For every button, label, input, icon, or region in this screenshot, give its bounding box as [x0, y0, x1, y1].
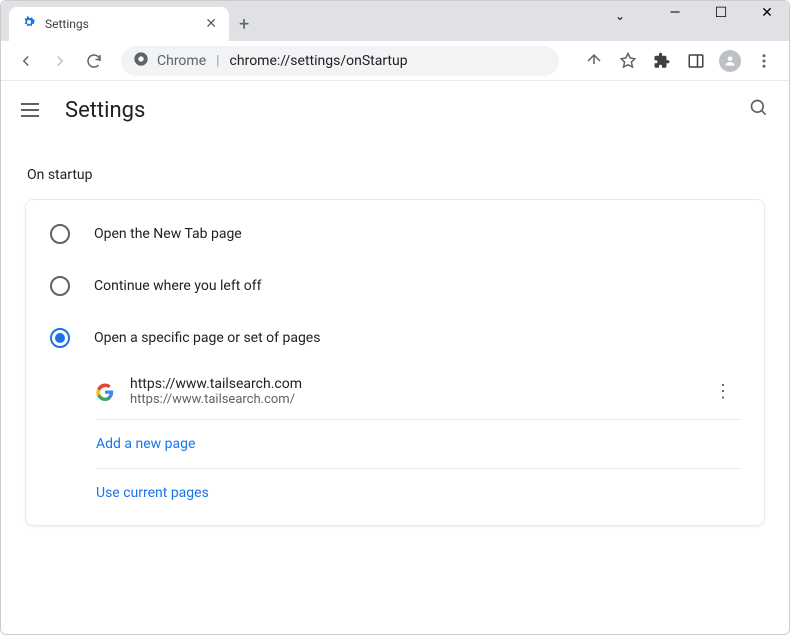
startup-card: Open the New Tab page Continue where you… [25, 199, 765, 526]
tab-list-chevron-icon[interactable]: ⌄ [615, 9, 625, 23]
use-current-pages-link[interactable]: Use current pages [96, 469, 740, 517]
browser-toolbar: Chrome | chrome://settings/onStartup [1, 41, 789, 81]
page-entry-url: https://www.tailsearch.com/ [130, 392, 690, 407]
radio-icon [50, 276, 70, 296]
startup-pages-list: https://www.tailsearch.com https://www.t… [96, 364, 740, 517]
back-button[interactable] [11, 46, 41, 76]
reload-button[interactable] [79, 46, 109, 76]
radio-label: Open the New Tab page [94, 226, 242, 242]
radio-icon-selected [50, 328, 70, 348]
radio-label: Open a specific page or set of pages [94, 330, 320, 346]
search-settings-icon[interactable] [749, 98, 769, 122]
browser-tab[interactable]: Settings ✕ [9, 7, 229, 41]
radio-option-specific-pages[interactable]: Open a specific page or set of pages [26, 312, 764, 364]
close-tab-icon[interactable]: ✕ [205, 16, 217, 32]
settings-gear-icon [21, 14, 37, 34]
maximize-icon[interactable]: ☐ [707, 5, 735, 21]
forward-button[interactable] [45, 46, 75, 76]
new-tab-button[interactable]: + [239, 14, 249, 35]
extensions-puzzle-icon[interactable] [647, 46, 677, 76]
url-path: chrome://settings/onStartup [230, 53, 408, 69]
kebab-menu-icon[interactable] [749, 46, 779, 76]
settings-header: Settings [1, 81, 789, 139]
chrome-logo-icon [133, 51, 149, 71]
radio-label: Continue where you left off [94, 278, 262, 294]
startup-page-entry: https://www.tailsearch.com https://www.t… [96, 364, 740, 420]
page-info: https://www.tailsearch.com https://www.t… [130, 376, 690, 407]
page-title: Settings [65, 98, 145, 123]
bookmark-star-icon[interactable] [613, 46, 643, 76]
side-panel-icon[interactable] [681, 46, 711, 76]
hamburger-menu-icon[interactable] [21, 98, 45, 122]
radio-option-new-tab[interactable]: Open the New Tab page [26, 208, 764, 260]
profile-avatar-icon[interactable] [715, 46, 745, 76]
minimize-icon[interactable]: — [661, 5, 689, 21]
window-titlebar: Settings ✕ + ⌄ — ☐ ✕ [1, 1, 789, 41]
window-controls: — ☐ ✕ [661, 5, 781, 21]
settings-content: On startup Open the New Tab page Continu… [1, 167, 789, 526]
add-page-link[interactable]: Add a new page [96, 420, 740, 469]
radio-option-continue[interactable]: Continue where you left off [26, 260, 764, 312]
section-heading: On startup [27, 167, 765, 183]
share-icon[interactable] [579, 46, 609, 76]
close-window-icon[interactable]: ✕ [753, 5, 781, 21]
url-separator: | [216, 53, 219, 69]
page-entry-title: https://www.tailsearch.com [130, 376, 690, 392]
address-bar[interactable]: Chrome | chrome://settings/onStartup [121, 46, 559, 76]
radio-icon [50, 224, 70, 244]
url-scheme-label: Chrome [157, 53, 206, 69]
tab-title: Settings [45, 17, 197, 31]
page-entry-kebab-icon[interactable]: ⋮ [706, 381, 740, 402]
google-favicon-icon [96, 383, 114, 401]
